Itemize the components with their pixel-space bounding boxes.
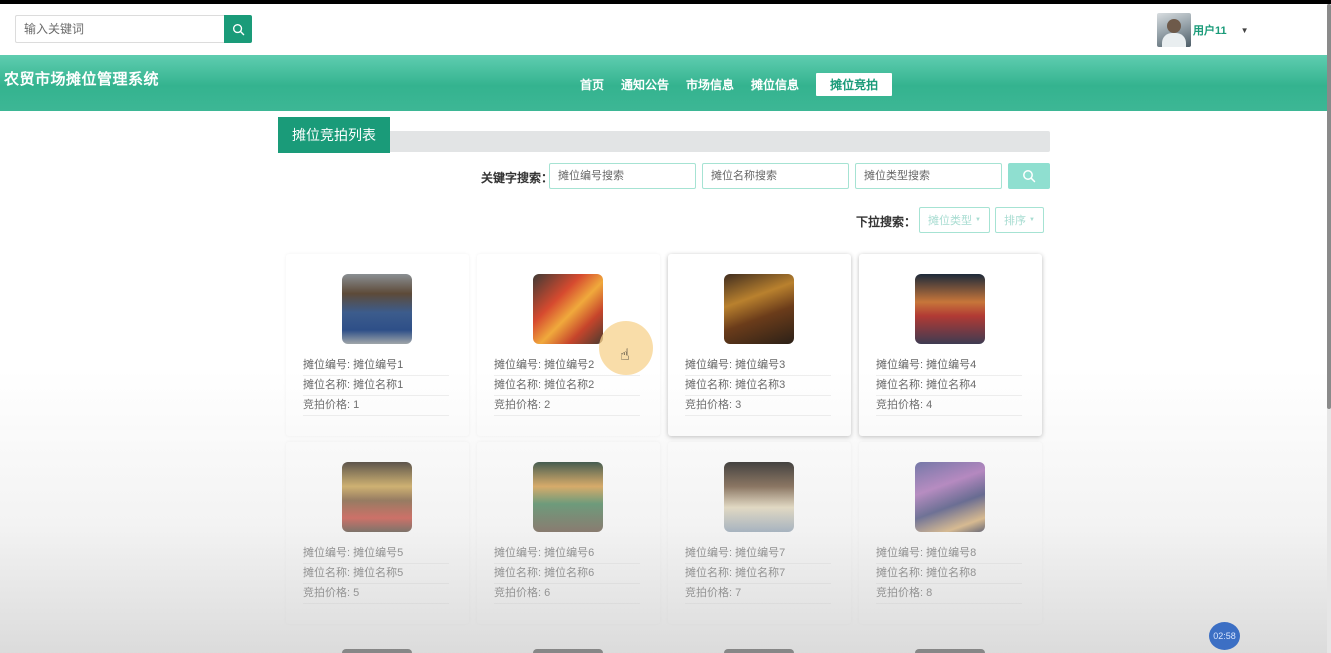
stall-card[interactable]: 摊位编号: 摊位编号6 摊位名称: 摊位名称6 竞拍价格: 6 [477, 442, 660, 624]
sort-dropdown-label: 排序 [1004, 215, 1027, 227]
nav-market-info[interactable]: 市场信息 [686, 76, 734, 93]
main-nav: 首页 通知公告 市场信息 摊位信息 摊位竞拍 [580, 73, 909, 96]
stall-type-search-input[interactable] [855, 163, 1002, 189]
stall-card[interactable]: 摊位编号: 摊位编号8 摊位名称: 摊位名称8 竞拍价格: 8 [859, 442, 1042, 624]
caret-down-icon: ▼ [1029, 217, 1035, 223]
user-name[interactable]: 用户11 [1193, 22, 1227, 38]
stall-name: 摊位名称: 摊位名称3 [685, 376, 831, 396]
auction-price: 竞拍价格: 8 [876, 584, 1022, 604]
avatar[interactable] [1157, 13, 1191, 47]
stall-image[interactable] [342, 462, 412, 532]
stall-card[interactable]: 摊位编号: 摊位编号1 摊位名称: 摊位名称1 竞拍价格: 1 [286, 254, 469, 436]
stall-image-peek [533, 649, 603, 653]
stall-code-search-input[interactable] [549, 163, 696, 189]
stall-code: 摊位编号: 摊位编号3 [685, 356, 831, 376]
section-title-bar [278, 131, 1050, 152]
nav-stall-auction[interactable]: 摊位竞拍 [816, 73, 893, 96]
auction-price: 竞拍价格: 4 [876, 396, 1022, 416]
stall-image-peek [915, 649, 985, 653]
stall-name-search-input[interactable] [702, 163, 849, 189]
stall-card[interactable]: 摊位编号: 摊位编号5 摊位名称: 摊位名称5 竞拍价格: 5 [286, 442, 469, 624]
stall-image[interactable] [533, 274, 603, 344]
auction-price: 竞拍价格: 2 [494, 396, 640, 416]
auction-price: 竞拍价格: 6 [494, 584, 640, 604]
stall-name: 摊位名称: 摊位名称7 [685, 564, 831, 584]
top-bar: 用户11 ▼ [0, 4, 1327, 55]
nav-home[interactable]: 首页 [580, 76, 604, 93]
nav-notices[interactable]: 通知公告 [621, 76, 669, 93]
stall-code: 摊位编号: 摊位编号1 [303, 356, 449, 376]
stall-code: 摊位编号: 摊位编号7 [685, 544, 831, 564]
stall-name: 摊位名称: 摊位名称6 [494, 564, 640, 584]
stall-image[interactable] [342, 274, 412, 344]
global-search [15, 15, 252, 43]
stall-image[interactable] [724, 462, 794, 532]
stall-type-dropdown[interactable]: 摊位类型 ▼ [919, 207, 990, 233]
stall-code: 摊位编号: 摊位编号4 [876, 356, 1022, 376]
keyword-search-button[interactable] [1008, 163, 1050, 189]
header-band: 农贸市场摊位管理系统 首页 通知公告 市场信息 摊位信息 摊位竞拍 [0, 55, 1327, 111]
auction-price: 竞拍价格: 5 [303, 584, 449, 604]
stall-card[interactable]: 摊位编号: 摊位编号4 摊位名称: 摊位名称4 竞拍价格: 4 [859, 254, 1042, 436]
caret-down-icon[interactable]: ▼ [1241, 26, 1249, 35]
stall-type-dropdown-label: 摊位类型 [928, 215, 973, 227]
auction-price: 竞拍价格: 1 [303, 396, 449, 416]
search-icon [1023, 170, 1036, 183]
hand-pointer-icon: ☝ [620, 347, 630, 364]
scrollbar-thumb[interactable] [1327, 4, 1331, 409]
recording-timer: 02:58 [1209, 622, 1240, 650]
auction-price: 竞拍价格: 7 [685, 584, 831, 604]
stall-image[interactable] [533, 462, 603, 532]
stall-image-peek [724, 649, 794, 653]
stall-card[interactable]: 摊位编号: 摊位编号3 摊位名称: 摊位名称3 竞拍价格: 3 [668, 254, 851, 436]
stall-image-peek [342, 649, 412, 653]
user-menu[interactable]: 用户11 ▼ [1157, 13, 1249, 47]
stall-image[interactable] [915, 274, 985, 344]
stall-name: 摊位名称: 摊位名称1 [303, 376, 449, 396]
dropdown-search-label: 下拉搜索： [856, 215, 917, 229]
keyword-search-label: 关键字搜索： [481, 171, 554, 185]
site-title: 农贸市场摊位管理系统 [4, 71, 160, 88]
stall-image[interactable] [724, 274, 794, 344]
stall-name: 摊位名称: 摊位名称2 [494, 376, 640, 396]
section-title: 摊位竞拍列表 [278, 117, 390, 153]
stall-name: 摊位名称: 摊位名称4 [876, 376, 1022, 396]
auction-price: 竞拍价格: 3 [685, 396, 831, 416]
global-search-input[interactable] [15, 15, 224, 43]
search-icon [232, 23, 244, 35]
stall-image[interactable] [915, 462, 985, 532]
sort-dropdown[interactable]: 排序 ▼ [995, 207, 1044, 233]
stall-name: 摊位名称: 摊位名称5 [303, 564, 449, 584]
stall-code: 摊位编号: 摊位编号5 [303, 544, 449, 564]
stall-card[interactable]: 摊位编号: 摊位编号7 摊位名称: 摊位名称7 竞拍价格: 7 [668, 442, 851, 624]
nav-stall-info[interactable]: 摊位信息 [751, 76, 799, 93]
stall-code: 摊位编号: 摊位编号8 [876, 544, 1022, 564]
bottom-fade-overlay [0, 370, 1327, 653]
stall-name: 摊位名称: 摊位名称8 [876, 564, 1022, 584]
global-search-button[interactable] [224, 15, 252, 43]
caret-down-icon: ▼ [975, 217, 981, 223]
stall-code: 摊位编号: 摊位编号6 [494, 544, 640, 564]
